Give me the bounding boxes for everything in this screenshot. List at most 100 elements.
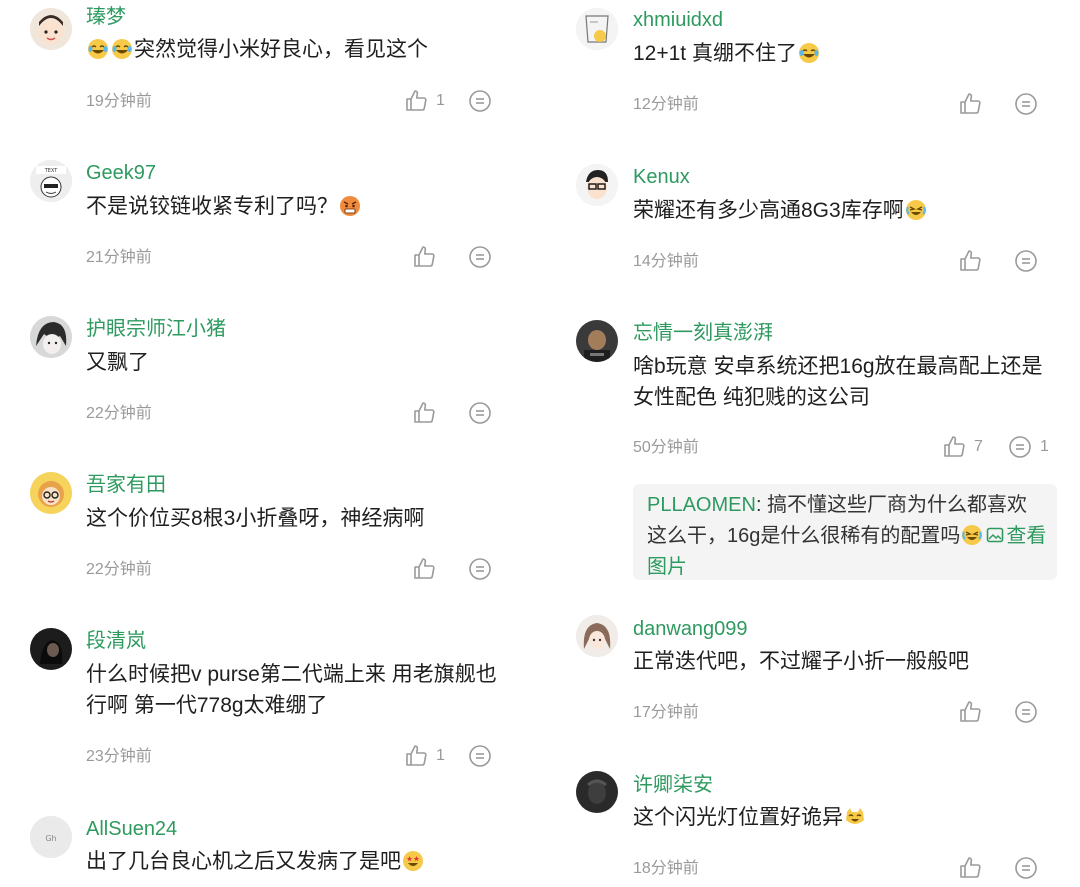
comment-body: 什么时候把v purse第二代端上来 用老旗舰也行啊 第一代778g太难绷了 [86, 663, 497, 717]
username[interactable]: Geek97 [86, 161, 156, 185]
comment-text: 又飘了 [86, 347, 506, 378]
reply-button[interactable] [468, 401, 492, 425]
timestamp: 23分钟前 [86, 748, 152, 765]
timestamp: 22分钟前 [86, 405, 152, 422]
avatar[interactable] [576, 615, 618, 657]
reply-button[interactable] [1014, 92, 1038, 116]
thumbs-up-icon [414, 558, 435, 579]
left-comment-column: 瑧梦 突然觉得小米好良心，看见这个 19分钟前 1 TEXT Geek97 不是… [0, 0, 540, 887]
avatar[interactable] [30, 8, 72, 50]
comment-body: 出了几台良心机之后又发病了是吧 [86, 850, 401, 873]
username[interactable]: 段清岚 [86, 629, 146, 653]
reply-button[interactable] [1014, 700, 1038, 724]
comment-icon [1015, 250, 1037, 272]
starstruck-emoji [402, 850, 424, 872]
reply-content: PLLAOMEN: 搞不懂这些厂商为什么都喜欢这么干，16g是什么很稀有的配置吗… [647, 490, 1047, 583]
like-button[interactable] [412, 245, 436, 269]
laugh-cry-emoji [87, 38, 109, 60]
like-count: 1 [436, 92, 445, 109]
like-count: 1 [436, 747, 445, 764]
username[interactable]: danwang099 [633, 617, 748, 641]
reply-count: 1 [1040, 438, 1049, 455]
like-count: 7 [974, 438, 983, 455]
thumbs-up-icon [414, 246, 435, 267]
comment-text: 这个闪光灯位置好诡异 [633, 802, 1053, 833]
username[interactable]: 瑧梦 [86, 5, 126, 29]
like-button[interactable] [412, 557, 436, 581]
thumbs-up-icon [960, 93, 981, 114]
comment-icon [469, 90, 491, 112]
avatar[interactable] [30, 472, 72, 514]
comment-icon [469, 745, 491, 767]
timestamp: 50分钟前 [633, 439, 699, 456]
like-button[interactable]: 1 [404, 744, 445, 768]
image-icon [987, 527, 1004, 543]
reply-username[interactable]: PLLAOMEN [647, 494, 756, 516]
reply-preview[interactable]: PLLAOMEN: 搞不懂这些厂商为什么都喜欢这么干，16g是什么很稀有的配置吗… [633, 484, 1057, 580]
username[interactable]: AllSuen24 [86, 817, 177, 841]
comment-icon [1015, 93, 1037, 115]
like-button[interactable]: 7 [942, 435, 983, 459]
comment-text: 荣耀还有多少高通8G3库存啊 [633, 195, 1053, 226]
reply-button[interactable] [1014, 249, 1038, 273]
reply-button[interactable]: 1 [1008, 435, 1049, 459]
comment-text: 这个价位买8根3小折叠呀，神经病啊 [86, 503, 506, 534]
comment-body: 这个价位买8根3小折叠呀，神经病啊 [86, 507, 425, 530]
timestamp: 21分钟前 [86, 249, 152, 266]
like-button[interactable] [958, 700, 982, 724]
username[interactable]: 忘情一刻真澎湃 [633, 321, 773, 345]
reply-button[interactable] [468, 89, 492, 113]
comment-icon [469, 402, 491, 424]
timestamp: 14分钟前 [633, 253, 699, 270]
timestamp: 17分钟前 [633, 704, 699, 721]
comment-text: 出了几台良心机之后又发病了是吧 [86, 846, 506, 877]
like-button[interactable]: 1 [404, 89, 445, 113]
comment-body: 这个闪光灯位置好诡异 [633, 806, 843, 829]
username[interactable]: 吾家有田 [86, 473, 166, 497]
thumbs-up-icon [960, 250, 981, 271]
avatar[interactable] [576, 771, 618, 813]
timestamp: 19分钟前 [86, 93, 152, 110]
username[interactable]: 许卿柒安 [633, 773, 713, 797]
avatar[interactable] [576, 320, 618, 362]
username[interactable]: Kenux [633, 165, 690, 189]
like-button[interactable] [958, 249, 982, 273]
comment-body: 荣耀还有多少高通8G3库存啊 [633, 199, 904, 222]
avatar[interactable]: Gh [30, 816, 72, 858]
like-button[interactable] [412, 401, 436, 425]
avatar[interactable] [576, 8, 618, 50]
avatar[interactable] [576, 164, 618, 206]
reply-button[interactable] [468, 557, 492, 581]
comment-text: 突然觉得小米好良心，看见这个 [86, 34, 506, 65]
comment-text: 什么时候把v purse第二代端上来 用老旗舰也行啊 第一代778g太难绷了 [86, 659, 506, 721]
avatar[interactable] [30, 628, 72, 670]
comment-body: 正常迭代吧，不过耀子小折一般般吧 [633, 650, 969, 673]
thumbs-up-icon [414, 402, 435, 423]
cat-laugh-emoji [844, 806, 866, 828]
comment-body: 又飘了 [86, 351, 149, 374]
thumbs-up-icon [960, 857, 981, 878]
comment-text: 12+1t 真绷不住了 [633, 38, 1053, 69]
timestamp: 22分钟前 [86, 561, 152, 578]
username[interactable]: xhmiuidxd [633, 8, 723, 32]
crying-laugh-emoji [905, 199, 927, 221]
reply-button[interactable] [1014, 856, 1038, 880]
comment-icon [1009, 436, 1031, 458]
comment-icon [1015, 701, 1037, 723]
like-button[interactable] [958, 92, 982, 116]
like-button[interactable] [958, 856, 982, 880]
laugh-cry-emoji [111, 38, 133, 60]
avatar[interactable] [30, 316, 72, 358]
comment-body: 12+1t 真绷不住了 [633, 42, 797, 65]
crying-laugh-emoji [961, 524, 983, 546]
thumbs-up-icon [406, 745, 427, 766]
reply-button[interactable] [468, 744, 492, 768]
thumbs-up-icon [960, 701, 981, 722]
username[interactable]: 护眼宗师江小猪 [86, 317, 226, 341]
comment-icon [1015, 857, 1037, 879]
thumbs-up-icon [406, 90, 427, 111]
reply-button[interactable] [468, 245, 492, 269]
laugh-cry-emoji [798, 42, 820, 64]
avatar[interactable]: TEXT [30, 160, 72, 202]
timestamp: 18分钟前 [633, 860, 699, 877]
